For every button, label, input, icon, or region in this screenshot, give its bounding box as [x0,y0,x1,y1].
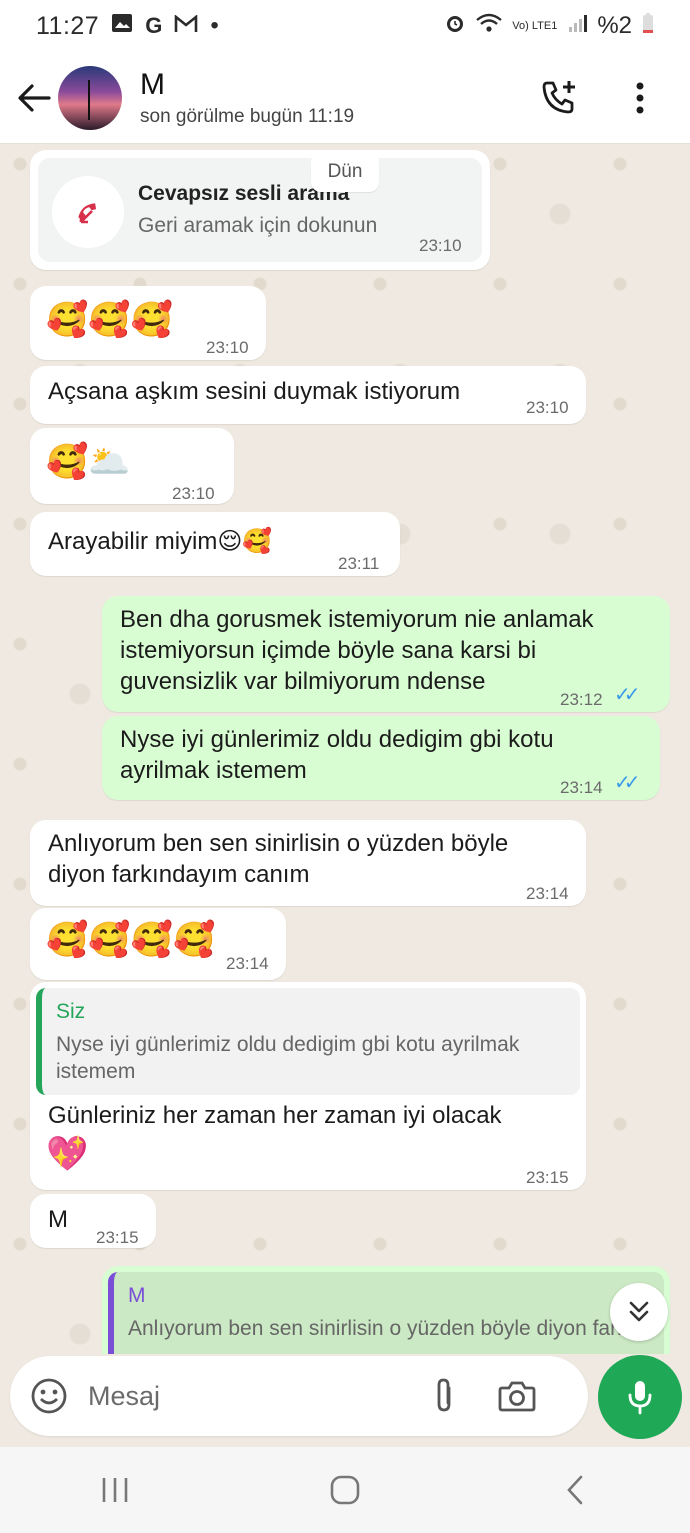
message-emoji: 💖 [46,1135,89,1173]
message-bubble-incoming[interactable]: 🥰🥰🥰🥰 23:14 [30,908,286,980]
quote-author: M [128,1284,146,1307]
message-text: Nyse iyi günlerimiz oldu dedigim gbi kot… [120,726,554,784]
message-text: Açsana aşkım sesini duymak istiyorum [48,378,461,405]
gallery-icon [111,12,133,40]
home-icon [330,1475,360,1505]
message-emoji: 🥰🥰🥰🥰 [46,921,216,959]
missed-call-card[interactable]: Cevapsız sesli arama Geri aramak için do… [38,158,482,262]
message-bubble-outgoing[interactable]: Nyse iyi günlerimiz oldu dedigim gbi kot… [102,716,660,800]
message-bubble-incoming[interactable]: M 23:15 [30,1194,156,1248]
message-time: 23:11 [338,554,380,573]
message-bubble-incoming[interactable]: Anlıyorum ben sen sinirlisin o yüzden bö… [30,820,586,906]
avatar[interactable] [58,65,122,130]
paperclip-icon [437,1378,451,1412]
message-time: 23:10 [526,398,569,417]
attach-button[interactable] [422,1371,466,1421]
quote-text: Nyse iyi günlerimiz oldu dedigim gbi kot… [56,1033,520,1083]
message-time: 23:14 [226,954,269,973]
missed-call-subtitle: Geri aramak için dokunun [138,214,378,237]
smiley-icon [31,1378,67,1414]
message-text: Günleriniz her zaman her zaman iyi olaca… [48,1102,502,1129]
message-time: 23:15 [96,1228,139,1247]
message-time: 23:12 [560,690,603,709]
message-time: 23:10 [206,338,249,357]
message-time: 23:14 [560,778,603,797]
alarm-icon [444,12,466,40]
message-time: 23:10 [419,236,462,255]
message-bubble-incoming[interactable]: 🥰🥰🥰 23:10 [30,286,266,360]
missed-call-message[interactable]: Cevapsız sesli arama Geri aramak için do… [30,150,490,270]
gmail-icon [174,12,198,40]
more-options-button[interactable] [618,76,662,120]
battery-percent: %2 [597,12,632,39]
quoted-message[interactable]: Siz Nyse iyi günlerimiz oldu dedigim gbi… [36,988,580,1095]
scroll-to-bottom-button[interactable] [610,1283,668,1341]
message-emoji: 🥰🌥️ [46,443,131,481]
status-time: 11:27 [36,11,100,40]
date-chip: Dün [311,152,379,192]
nav-back-button[interactable] [535,1460,615,1520]
signal-icon [567,13,588,39]
read-receipt-icon: ✓✓ [614,684,640,706]
camera-button[interactable] [492,1371,542,1421]
quoted-message[interactable]: M Anlıyorum ben sen sinirlisin o yüzden … [108,1272,664,1354]
add-call-button[interactable] [538,76,582,120]
message-time: 23:15 [526,1168,569,1187]
message-time: 23:10 [172,484,215,503]
message-text: M [48,1206,68,1233]
missed-call-icon [52,176,124,248]
chat-header: M son görülme bugün 11:19 [0,52,690,144]
message-bubble-reply[interactable]: Siz Nyse iyi günlerimiz oldu dedigim gbi… [30,982,586,1190]
message-text: Arayabilir miyim😌🥰 [48,528,273,555]
more-vertical-icon [636,82,644,113]
back-button[interactable] [8,68,60,128]
camera-icon [498,1381,536,1412]
message-emoji: 🥰🥰🥰 [46,301,174,339]
message-composer [10,1356,588,1436]
wifi-icon [476,13,503,39]
message-time: 23:14 [526,884,569,903]
last-seen: son görülme bugün 11:19 [140,105,355,127]
message-bubble-incoming[interactable]: Açsana aşkım sesini duymak istiyorum 23:… [30,366,586,424]
status-bar: 11:27 G • Vo) LTE1 %2 [0,0,690,52]
quote-text: Anlıyorum ben sen sinirlisin o yüzden bö… [128,1317,650,1340]
recent-apps-button[interactable] [75,1460,155,1520]
chat-area[interactable]: Cevapsız sesli arama Geri aramak için do… [0,144,690,1354]
microphone-icon [628,1381,652,1415]
message-bubble-incoming[interactable]: Arayabilir miyim😌🥰 23:11 [30,512,400,576]
recent-apps-icon [102,1478,128,1502]
quote-author: Siz [56,1000,86,1023]
home-button[interactable] [305,1460,385,1520]
google-icon: G [145,13,163,38]
voice-message-button[interactable] [598,1355,682,1439]
chevron-left-icon [567,1475,583,1505]
message-bubble-outgoing[interactable]: M Anlıyorum ben sen sinirlisin o yüzden … [102,1266,670,1354]
message-bubble-outgoing[interactable]: Ben dha gorusmek istemiyorum nie anlamak… [102,596,670,712]
arrow-left-icon [18,83,51,112]
phone-plus-icon [542,80,575,113]
message-text: Anlıyorum ben sen sinirlisin o yüzden bö… [48,830,509,888]
message-input[interactable] [88,1380,408,1412]
contact-name: M [140,67,165,101]
read-receipt-icon: ✓✓ [614,772,640,794]
chevron-double-down-icon [629,1301,649,1322]
battery-icon [642,12,654,40]
network-label: Vo) LTE1 [512,19,558,32]
emoji-button[interactable] [24,1371,74,1421]
message-bubble-incoming[interactable]: 🥰🌥️ 23:10 [30,428,234,504]
contact-info[interactable]: M son görülme bugün 11:19 [140,68,354,128]
system-navigation-bar [0,1447,690,1533]
notification-dot: • [210,12,219,39]
